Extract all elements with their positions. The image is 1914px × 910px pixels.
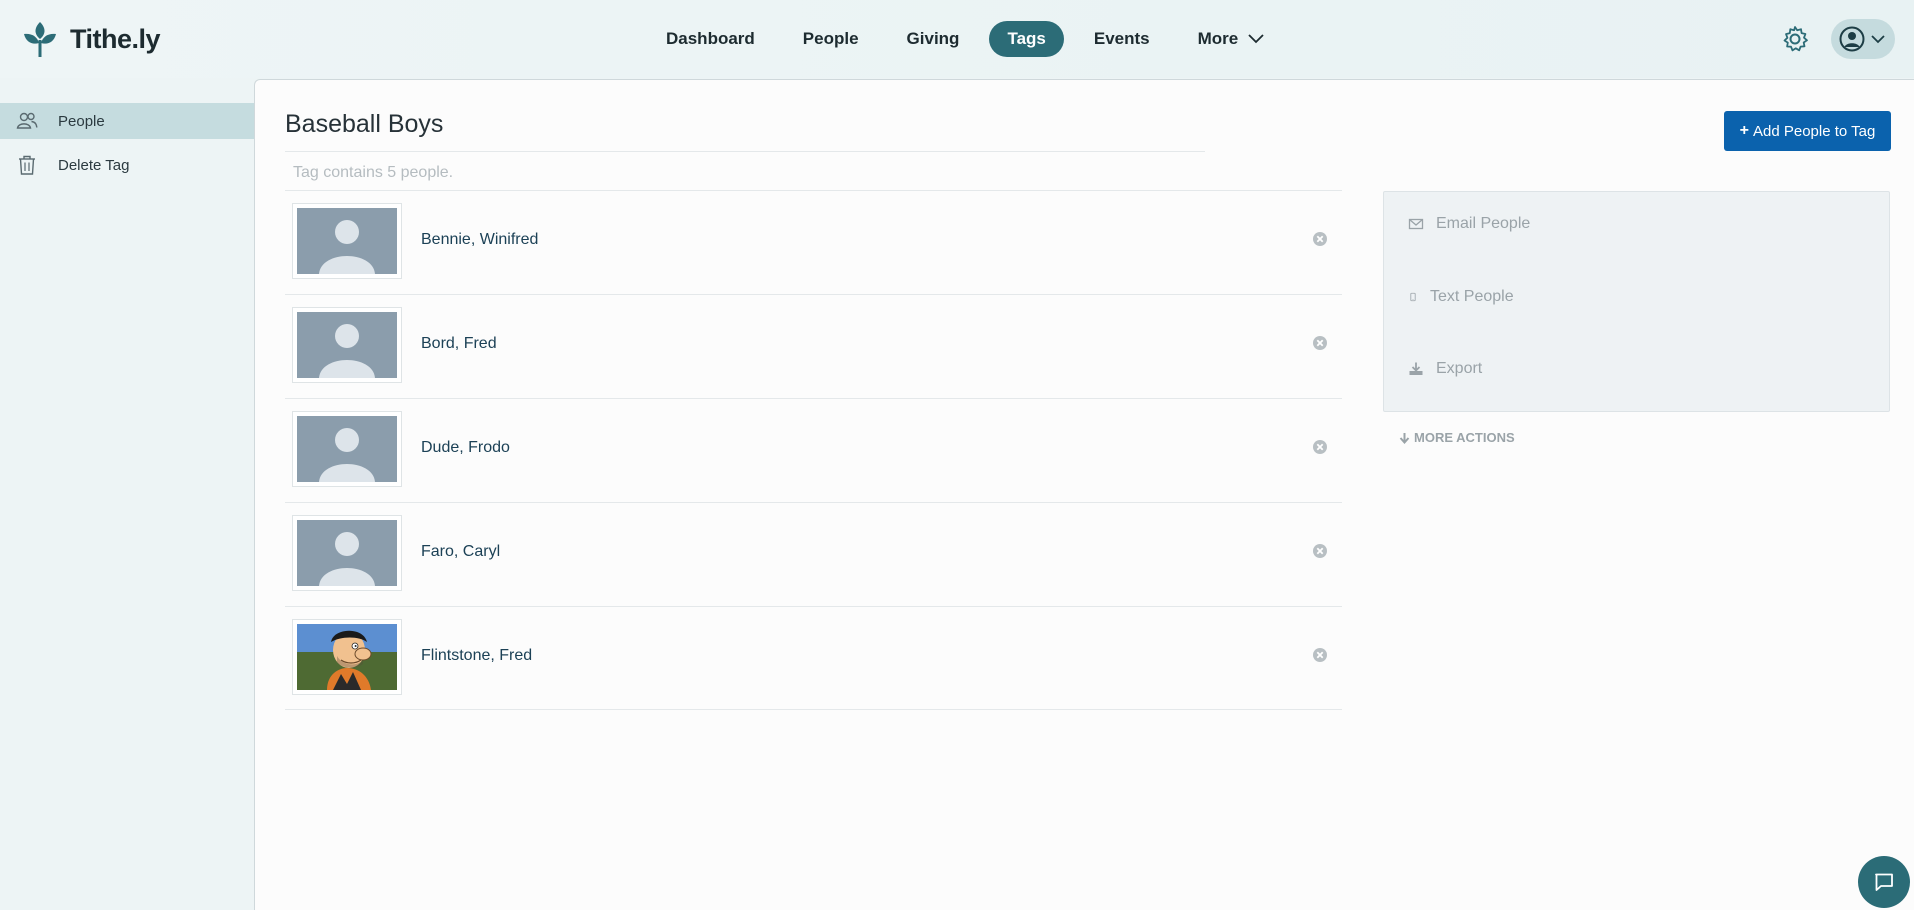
remove-circle-icon[interactable]: [1312, 647, 1328, 663]
sidebar-item-delete-tag[interactable]: Delete Tag: [0, 147, 254, 183]
remove-circle-icon[interactable]: [1312, 231, 1328, 247]
chevron-down-icon: [1248, 34, 1264, 44]
sidebar-item-label: Delete Tag: [58, 156, 130, 174]
leaf-logo-icon: [24, 22, 56, 57]
download-icon: [1409, 362, 1423, 375]
more-actions-label: MORE ACTIONS: [1414, 430, 1515, 445]
list-item: Bennie, Winifred: [285, 190, 1342, 294]
avatar[interactable]: [292, 515, 402, 591]
trash-icon: [19, 155, 35, 175]
add-people-to-tag-button[interactable]: + Add People to Tag: [1724, 111, 1891, 151]
chat-support-button[interactable]: [1858, 856, 1910, 908]
sidebar-item-people[interactable]: People: [0, 103, 254, 139]
list-item: Faro, Caryl: [285, 502, 1342, 606]
top-header: Tithe.ly Dashboard People Giving Tags Ev…: [0, 0, 1914, 78]
person-placeholder-icon: [297, 520, 397, 586]
avatar[interactable]: [292, 203, 402, 279]
remove-circle-icon[interactable]: [1312, 335, 1328, 351]
nav-people-label: People: [802, 29, 859, 48]
nav-dashboard[interactable]: Dashboard: [648, 21, 773, 57]
nav-people[interactable]: People: [785, 21, 877, 57]
avatar[interactable]: [292, 619, 402, 695]
user-menu-button[interactable]: [1831, 19, 1895, 59]
actions-panel: Email People Text People Export: [1383, 191, 1890, 412]
remove-circle-icon[interactable]: [1312, 543, 1328, 559]
nav-tags-label: Tags: [1007, 29, 1046, 48]
nav-events-label: Events: [1093, 29, 1150, 48]
nav-dashboard-label: Dashboard: [666, 29, 755, 48]
chat-bubble-icon: [1875, 873, 1893, 891]
export-action[interactable]: Export: [1408, 355, 1482, 383]
sidebar-item-label: People: [58, 112, 105, 130]
gear-icon[interactable]: [1781, 25, 1809, 53]
people-icon: [16, 112, 38, 129]
email-people-label: Email People: [1436, 215, 1531, 232]
list-item: Flintstone, Fred: [285, 606, 1342, 710]
nav-giving[interactable]: Giving: [889, 21, 978, 57]
avatar[interactable]: [292, 411, 402, 487]
page-title: Baseball Boys: [285, 110, 444, 138]
plus-icon: +: [1739, 122, 1749, 139]
main-panel: Baseball Boys Tag contains 5 people. + A…: [254, 79, 1914, 910]
add-people-label: Add People to Tag: [1753, 122, 1876, 140]
main-nav: Dashboard People Giving Tags Events More: [648, 21, 1294, 57]
more-actions-toggle[interactable]: MORE ACTIONS: [1399, 430, 1515, 445]
sidebar: People Delete Tag: [0, 78, 254, 910]
list-item: Bord, Fred: [285, 294, 1342, 398]
arrow-down-icon: [1399, 432, 1410, 444]
export-label: Export: [1436, 360, 1483, 377]
remove-circle-icon[interactable]: [1312, 439, 1328, 455]
person-placeholder-icon: [297, 208, 397, 274]
tag-count-text: Tag contains 5 people.: [293, 164, 454, 181]
person-name-link[interactable]: Flintstone, Fred: [421, 647, 532, 665]
avatar[interactable]: [292, 307, 402, 383]
envelope-icon: [1408, 218, 1424, 230]
nav-more[interactable]: More: [1180, 21, 1283, 57]
user-avatar-icon: [1839, 26, 1865, 52]
nav-events[interactable]: Events: [1076, 21, 1168, 57]
person-name-link[interactable]: Bord, Fred: [421, 335, 497, 353]
brand-logo[interactable]: Tithe.ly: [22, 20, 161, 58]
text-people-action[interactable]: Text People: [1408, 283, 1514, 311]
mobile-phone-icon: [1410, 292, 1416, 302]
nav-more-label: More: [1197, 29, 1239, 48]
nav-giving-label: Giving: [906, 29, 960, 48]
brand-name: Tithe.ly: [70, 23, 161, 54]
email-people-action[interactable]: Email People: [1408, 210, 1530, 238]
person-placeholder-icon: [297, 416, 397, 482]
person-name-link[interactable]: Bennie, Winifred: [421, 231, 538, 249]
person-name-link[interactable]: Faro, Caryl: [421, 543, 500, 561]
title-divider: [285, 151, 1205, 152]
text-people-label: Text People: [1430, 288, 1514, 305]
cartoon-person-photo: [297, 624, 397, 690]
chevron-down-icon: [1871, 34, 1885, 43]
people-list: Bennie, Winifred Bord, Fred Dude, Frodo …: [285, 190, 1342, 710]
person-name-link[interactable]: Dude, Frodo: [421, 439, 510, 457]
person-placeholder-icon: [297, 312, 397, 378]
nav-tags[interactable]: Tags: [989, 21, 1064, 57]
list-item: Dude, Frodo: [285, 398, 1342, 502]
